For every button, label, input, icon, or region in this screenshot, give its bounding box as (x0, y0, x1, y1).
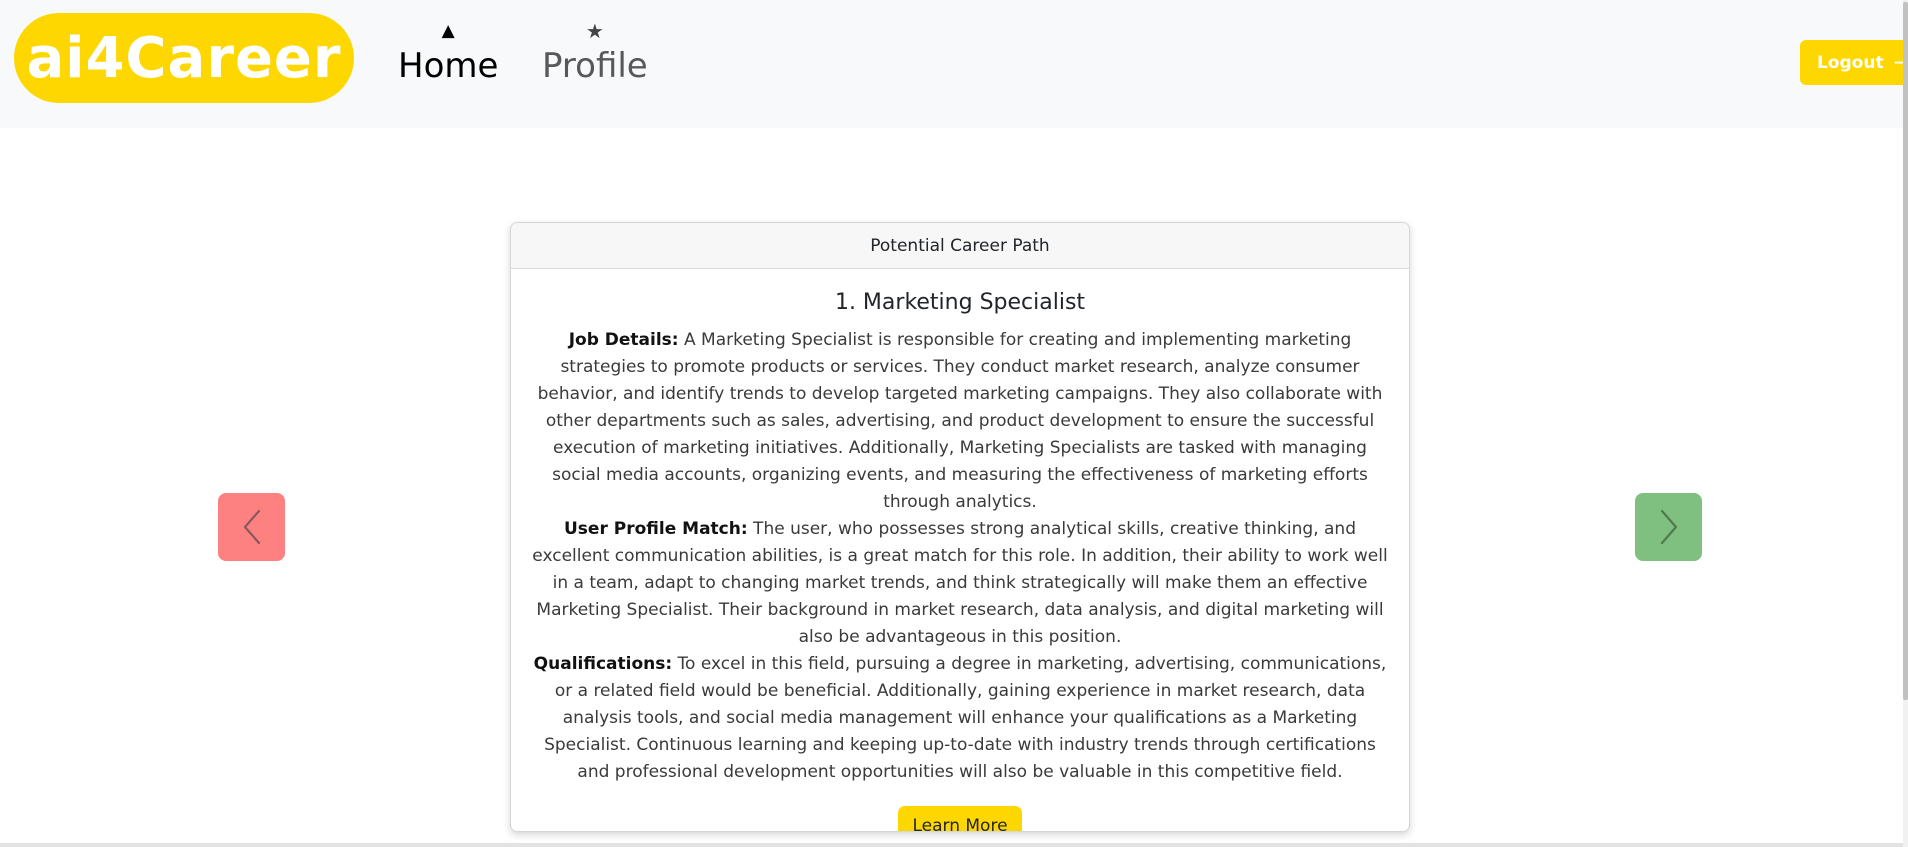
carousel-next-button[interactable] (1635, 493, 1702, 561)
qualifications-label: Qualifications: (533, 654, 673, 674)
logout-button[interactable]: Logout → (1800, 40, 1908, 85)
career-title: 1. Marketing Specialist (834, 290, 1086, 315)
chevron-left-icon (243, 509, 260, 545)
nav-profile[interactable]: ★ Profile (542, 18, 648, 88)
learn-more-button[interactable]: Learn More (898, 806, 1022, 831)
chevron-right-icon (1660, 509, 1677, 545)
page-scrollbar[interactable] (1903, 0, 1908, 847)
job-details-label: Job Details: (568, 330, 679, 350)
profile-match-paragraph: User Profile Match: The user, who posses… (527, 516, 1393, 651)
qualifications-paragraph: Qualifications: To excel in this field, … (527, 651, 1393, 786)
top-navbar: ai4Career ▲ Home ★ Profile Logout → (0, 0, 1908, 128)
logout-label: Logout (1817, 52, 1884, 73)
scrollbar-thumb[interactable] (1903, 2, 1908, 700)
nav-home-label: Home (398, 46, 499, 86)
card-header: Potential Career Path (511, 223, 1409, 269)
carousel-prev-button[interactable] (218, 493, 285, 561)
profile-match-label: User Profile Match: (564, 519, 748, 539)
job-details-paragraph: Job Details: A Marketing Specialist is r… (527, 327, 1393, 516)
card-body: 1. Marketing Specialist Job Details: A M… (511, 269, 1409, 831)
career-path-card: Potential Career Path 1. Marketing Speci… (510, 222, 1410, 832)
nav-home[interactable]: ▲ Home (398, 18, 498, 88)
star-icon: ★ (585, 19, 604, 43)
bottom-divider (0, 843, 1903, 847)
triangle-up-icon: ▲ (441, 21, 455, 41)
nav-profile-label: Profile (542, 46, 648, 86)
job-details-text: A Marketing Specialist is responsible fo… (537, 330, 1383, 512)
brand-logo[interactable]: ai4Career (14, 13, 354, 103)
